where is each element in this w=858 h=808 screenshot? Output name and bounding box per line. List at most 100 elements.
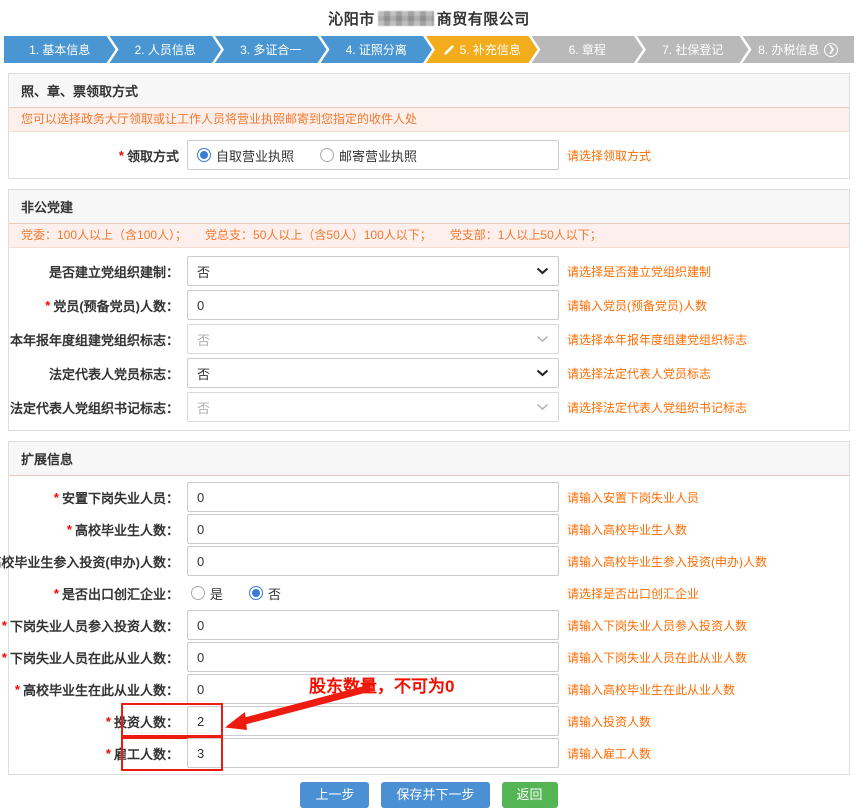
annotation-arrow-icon	[205, 682, 375, 734]
laid-off-placement-input[interactable]: 0	[187, 482, 559, 512]
field-hint: 请选择领取方式	[567, 147, 651, 164]
radio-unchecked-icon[interactable]	[320, 148, 334, 162]
step-cert-separation[interactable]: 4. 证照分离	[321, 36, 433, 63]
form-row-laid-off-employed: * 下岗失业人员在此从业人数： 0 请输入下岗失业人员在此从业人数	[9, 642, 849, 672]
chevron-down-icon	[536, 403, 549, 411]
party-org-select[interactable]: 否	[187, 256, 559, 286]
field-label: 下岗失业人员在此从业人数：	[10, 648, 179, 667]
step-basic-info[interactable]: 1. 基本信息	[4, 36, 116, 63]
step-multi-cert[interactable]: 3. 多证合一	[215, 36, 327, 63]
save-next-button[interactable]: 保存并下一步	[381, 782, 489, 808]
graduates-count-input[interactable]: 0	[187, 514, 559, 544]
chevron-down-icon	[536, 267, 549, 275]
graduates-investment-input[interactable]: 0	[187, 546, 559, 576]
circle-arrow-icon[interactable]: ❯	[824, 43, 838, 57]
form-row-laid-off-investment: * 下岗失业人员参入投资人数： 0 请输入下岗失业人员参入投资人数	[9, 610, 849, 640]
required-asterisk: *	[67, 522, 72, 537]
field-hint: 请选择法定代表人党员标志	[567, 365, 711, 382]
back-button[interactable]: 返回	[502, 782, 558, 808]
required-asterisk: *	[15, 682, 20, 697]
pencil-icon	[443, 44, 455, 56]
page-title: 沁阳市 商贸有限公司	[0, 0, 858, 29]
field-hint: 请输入下岗失业人员参入投资人数	[567, 617, 747, 634]
employees-count-input[interactable]: 3	[187, 738, 559, 768]
radio-option-yes[interactable]: 是	[191, 584, 223, 603]
field-hint: 请选择法定代表人党组织书记标志	[567, 399, 747, 416]
field-label: 高校毕业生在此从业人数：	[23, 680, 179, 699]
radio-option-self-pickup[interactable]: 自取营业执照	[197, 146, 294, 165]
field-hint: 请输入高校毕业生在此从业人数	[567, 681, 735, 698]
form-row-annual-org-flag: 本年报年度组建党组织标志： 否 请选择本年报年度组建党组织标志	[9, 324, 849, 354]
field-label: 高校毕业生人数：	[75, 520, 179, 539]
radio-checked-icon[interactable]	[197, 148, 211, 162]
field-hint: 请输入投资人数	[567, 713, 651, 730]
panel-extended-info: 扩展信息 * 安置下岗失业人员： 0 请输入安置下岗失业人员 * 高校毕业生人数…	[8, 441, 850, 775]
radio-checked-icon[interactable]	[249, 586, 263, 600]
field-hint: 请选择本年报年度组建党组织标志	[567, 331, 747, 348]
company-name-suffix: 商贸有限公司	[437, 11, 530, 28]
form-row-party-members: * 党员(预备党员)人数： 0 请输入党员(预备党员)人数	[9, 290, 849, 320]
prev-step-button[interactable]: 上一步	[300, 782, 369, 808]
required-asterisk: *	[54, 490, 59, 505]
field-label: 法定代表人党员标志：	[49, 364, 179, 383]
panel-pickup-method: 照、章、票领取方式 您可以选择政务大厅领取或让工作人员将营业执照邮寄到您指定的收…	[8, 73, 850, 179]
required-asterisk: *	[45, 298, 50, 313]
form-row-party-org: 是否建立党组织建制： 否 请选择是否建立党组织建制	[9, 256, 849, 286]
panel-party-title: 非公党建	[9, 190, 849, 224]
form-row-laid-off-placement: * 安置下岗失业人员： 0 请输入安置下岗失业人员	[9, 482, 849, 512]
field-hint: 请选择是否建立党组织建制	[567, 263, 711, 280]
laid-off-employed-input[interactable]: 0	[187, 642, 559, 672]
step-charter: 6. 章程	[532, 36, 644, 63]
party-members-input[interactable]: 0	[187, 290, 559, 320]
field-label: 雇工人数：	[114, 744, 179, 763]
panel-party-building: 非公党建 党委：100人以上（含100人）； 党总支：50人以上（含50人）10…	[8, 189, 850, 431]
form-row-export-enterprise: * 是否出口创汇企业： 是 否 请选择是否出口创汇企业	[9, 578, 849, 608]
radio-option-mail[interactable]: 邮寄营业执照	[320, 146, 417, 165]
field-hint: 请输入高校毕业生参入投资(申办)人数	[567, 553, 767, 570]
laid-off-investment-input[interactable]: 0	[187, 610, 559, 640]
chevron-down-icon	[536, 335, 549, 343]
panel-extended-title: 扩展信息	[9, 442, 849, 476]
required-asterisk: *	[2, 618, 7, 633]
pickup-notice: 您可以选择政务大厅领取或让工作人员将营业执照邮寄到您指定的收件人处	[9, 108, 849, 132]
form-row-legal-rep-party-flag: 法定代表人党员标志： 否 请选择法定代表人党员标志	[9, 358, 849, 388]
legal-rep-party-flag-select[interactable]: 否	[187, 358, 559, 388]
step-social-security: 7. 社保登记	[637, 36, 749, 63]
field-label: 党员(预备党员)人数：	[53, 296, 179, 315]
field-hint: 请输入安置下岗失业人员	[567, 489, 699, 506]
field-hint: 请输入高校毕业生人数	[567, 521, 687, 538]
radio-unchecked-icon[interactable]	[191, 586, 205, 600]
panel-pickup-title: 照、章、票领取方式	[9, 74, 849, 108]
field-hint: 请输入下岗失业人员在此从业人数	[567, 649, 747, 666]
company-name-prefix: 沁阳市	[328, 11, 375, 28]
required-asterisk: *	[2, 650, 7, 665]
field-label: 是否建立党组织建制：	[49, 262, 179, 281]
required-asterisk: *	[106, 746, 111, 761]
required-asterisk: *	[119, 148, 124, 163]
field-label: 投资人数：	[114, 712, 179, 731]
chevron-down-icon	[536, 369, 549, 377]
step-personnel-info[interactable]: 2. 人员信息	[110, 36, 222, 63]
form-row-investors-count: * 投资人数： 2 请输入投资人数	[9, 706, 849, 736]
party-notice: 党委：100人以上（含100人）； 党总支：50人以上（含50人）100人以下；…	[9, 224, 849, 248]
export-enterprise-radio-group: 是 否	[187, 584, 559, 603]
field-label: 本年报年度组建党组织标志：	[10, 330, 179, 349]
field-label: 法定代表人党组织书记标志：	[10, 398, 179, 417]
bottom-button-bar: 上一步 保存并下一步 返回	[0, 782, 858, 808]
pickup-method-radio-box: 自取营业执照 邮寄营业执照	[187, 140, 559, 170]
annual-org-flag-select: 否	[187, 324, 559, 354]
required-asterisk: *	[106, 714, 111, 729]
form-row-graduates-count: * 高校毕业生人数： 0 请输入高校毕业生人数	[9, 514, 849, 544]
step-tax-info: 8. 办税信息 ❯	[743, 36, 855, 63]
field-hint: 请选择是否出口创汇企业	[567, 585, 699, 602]
step-supplementary-info[interactable]: 5. 补充信息	[426, 36, 538, 63]
form-row-graduates-investment: * 高校毕业生参入投资(申办)人数： 0 请输入高校毕业生参入投资(申办)人数	[9, 546, 849, 576]
form-row-employees-count: * 雇工人数： 3 请输入雇工人数	[9, 738, 849, 768]
field-hint: 请输入雇工人数	[567, 745, 651, 762]
radio-option-no[interactable]: 否	[249, 584, 281, 603]
field-label: 领取方式	[127, 146, 179, 165]
censored-block	[378, 11, 434, 26]
legal-rep-secretary-flag-select: 否	[187, 392, 559, 422]
field-label: 下岗失业人员参入投资人数：	[10, 616, 179, 635]
field-hint: 请输入党员(预备党员)人数	[567, 297, 707, 314]
